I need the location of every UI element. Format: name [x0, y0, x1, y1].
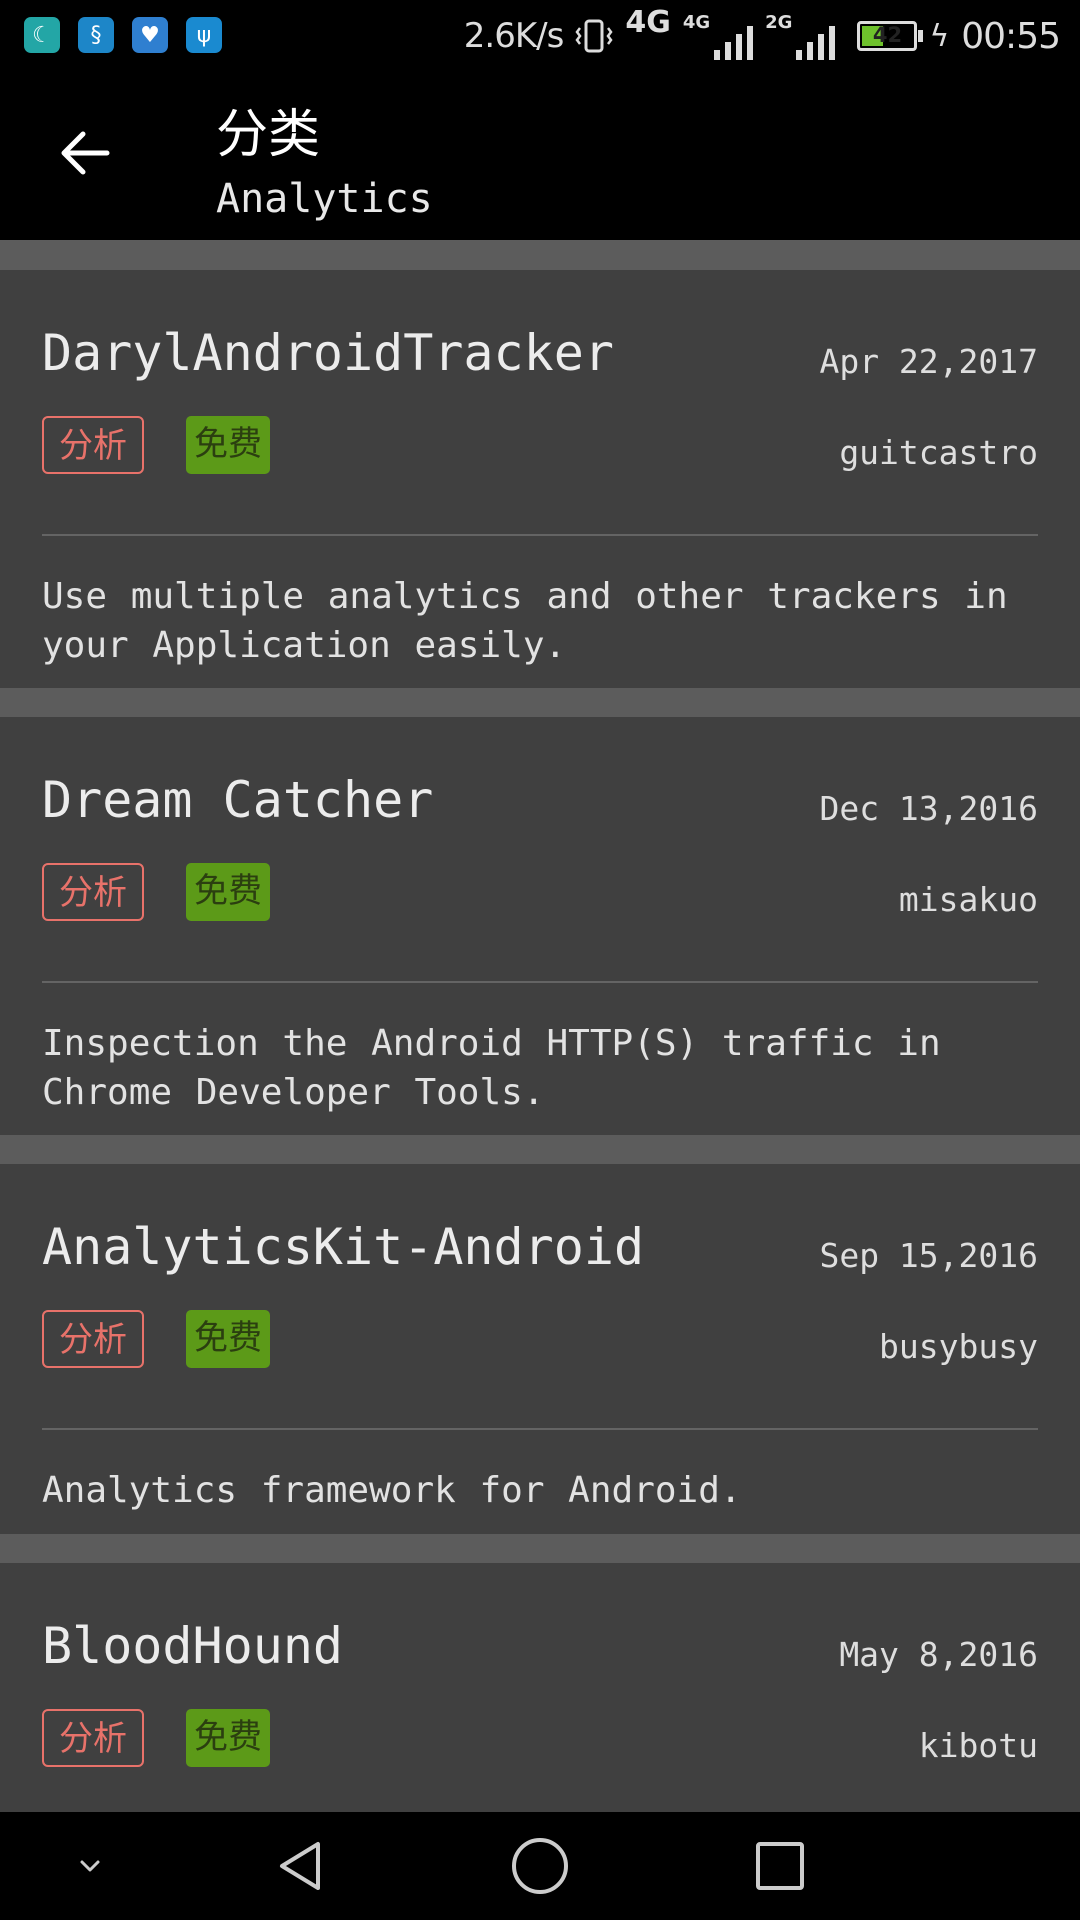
- list-item[interactable]: Dream Catcher Dec 13,2016 分析 免费 misakuo …: [0, 717, 1080, 1135]
- item-date: May 8,2016: [839, 1635, 1038, 1674]
- back-nav-button[interactable]: [260, 1832, 340, 1900]
- network-speed: 2.6K/s: [463, 16, 565, 56]
- charging-icon: ϟ: [929, 18, 950, 54]
- category-tag: 分析: [42, 1310, 144, 1368]
- item-description: Analytics framework for Android.: [42, 1470, 742, 1511]
- signal-icon: 4G: [683, 12, 754, 60]
- category-tag: 分析: [42, 416, 144, 474]
- item-date: Sep 15,2016: [819, 1236, 1038, 1275]
- system-indicators: 2.6K/s 4G 4G 2G 42 ϟ 00:55: [463, 5, 1061, 64]
- chevron-down-icon: [80, 1860, 100, 1872]
- item-date: Dec 13,2016: [819, 789, 1038, 828]
- item-author: kibotu: [918, 1726, 1038, 1765]
- library-list[interactable]: DarylAndroidTracker Apr 22,2017 分析 免费 gu…: [0, 240, 1080, 1812]
- page-title: 分类: [216, 105, 321, 165]
- page-subtitle: Analytics: [216, 176, 433, 222]
- list-item[interactable]: BloodHound May 8,2016 分析 免费 kibotu: [0, 1563, 1080, 1812]
- item-title: Dream Catcher: [42, 771, 434, 829]
- clock: 00:55: [961, 15, 1061, 57]
- list-item[interactable]: AnalyticsKit-Android Sep 15,2016 分析 免费 b…: [0, 1164, 1080, 1534]
- divider: [42, 981, 1038, 983]
- item-author: busybusy: [879, 1327, 1038, 1366]
- home-button[interactable]: [500, 1832, 580, 1900]
- item-description: Inspection the Android HTTP(S) traffic i…: [42, 1023, 941, 1113]
- recent-apps-button[interactable]: [740, 1832, 820, 1900]
- hide-navigation-button[interactable]: [50, 1832, 130, 1900]
- item-date: Apr 22,2017: [819, 342, 1038, 381]
- swirl-icon: §: [78, 17, 114, 53]
- item-description: Use multiple analytics and other tracker…: [42, 576, 1008, 666]
- notification-icons: ☾ § ♥ ψ: [24, 17, 222, 53]
- signal-icon-secondary: 2G: [765, 12, 836, 60]
- divider: [42, 534, 1038, 536]
- price-tag: 免费: [186, 1709, 270, 1767]
- usb-icon: ψ: [186, 17, 222, 53]
- back-button[interactable]: [40, 108, 130, 198]
- item-author: misakuo: [898, 880, 1038, 919]
- battery-level: 42: [872, 23, 903, 47]
- vibrate-icon: [575, 19, 613, 53]
- category-tag: 分析: [42, 863, 144, 921]
- battery-icon: 42: [857, 21, 924, 51]
- moon-icon: ☾: [24, 17, 60, 53]
- network-type-label: 4G: [625, 5, 671, 40]
- item-title: AnalyticsKit-Android: [42, 1218, 645, 1276]
- square-recents-icon: [756, 1842, 804, 1890]
- triangle-back-icon: [280, 1842, 320, 1890]
- item-title: BloodHound: [42, 1617, 344, 1675]
- status-bar: ☾ § ♥ ψ 2.6K/s 4G 4G 2G 42 ϟ 00:55: [0, 0, 1080, 72]
- price-tag: 免费: [186, 1310, 270, 1368]
- category-tag: 分析: [42, 1709, 144, 1767]
- navigation-bar: [0, 1812, 1080, 1920]
- app-toolbar: 分类 Analytics: [0, 72, 1080, 240]
- item-author: guitcastro: [839, 433, 1038, 472]
- price-tag: 免费: [186, 416, 270, 474]
- circle-home-icon: [512, 1838, 568, 1894]
- price-tag: 免费: [186, 863, 270, 921]
- divider: [42, 1428, 1038, 1430]
- heart-monitor-icon: ♥: [132, 17, 168, 53]
- list-item[interactable]: DarylAndroidTracker Apr 22,2017 分析 免费 gu…: [0, 270, 1080, 688]
- arrow-left-icon: [61, 131, 110, 175]
- item-title: DarylAndroidTracker: [42, 324, 614, 382]
